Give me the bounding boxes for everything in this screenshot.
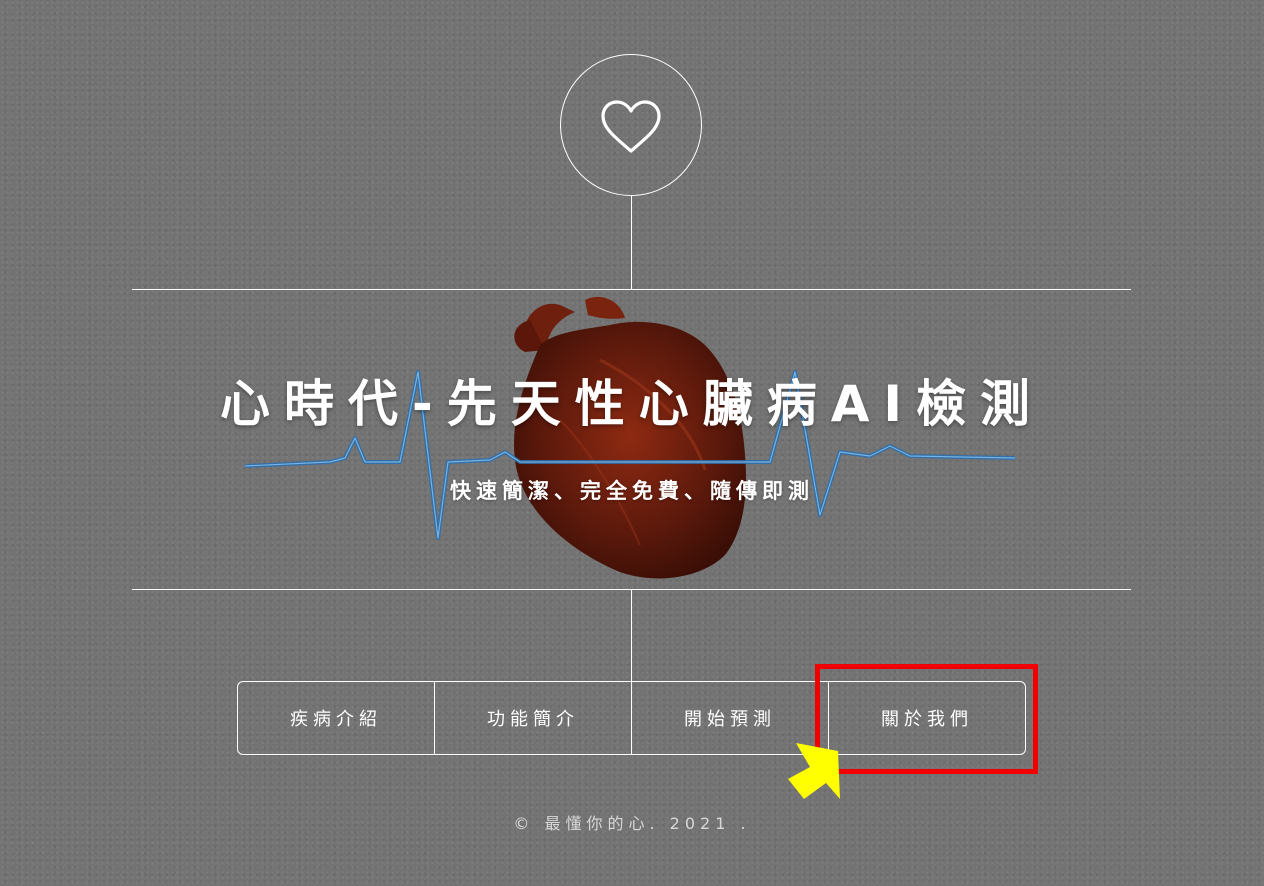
page-subtitle: 快速簡潔、完全免費、隨傳即測 — [450, 479, 814, 503]
bottom-connector-line — [631, 589, 632, 681]
nav-disease-intro[interactable]: 疾病介紹 — [238, 682, 435, 754]
nav-feature-intro[interactable]: 功能簡介 — [435, 682, 632, 754]
page-title: 心時代-先天性心臟病AI檢測 — [219, 375, 1045, 433]
highlight-annotation-box — [815, 664, 1038, 774]
hero-heart-illustration — [244, 296, 1016, 579]
footer-copyright: © 最懂你的心. 2021 . — [513, 814, 751, 833]
pointer-arrow-icon — [788, 743, 840, 799]
